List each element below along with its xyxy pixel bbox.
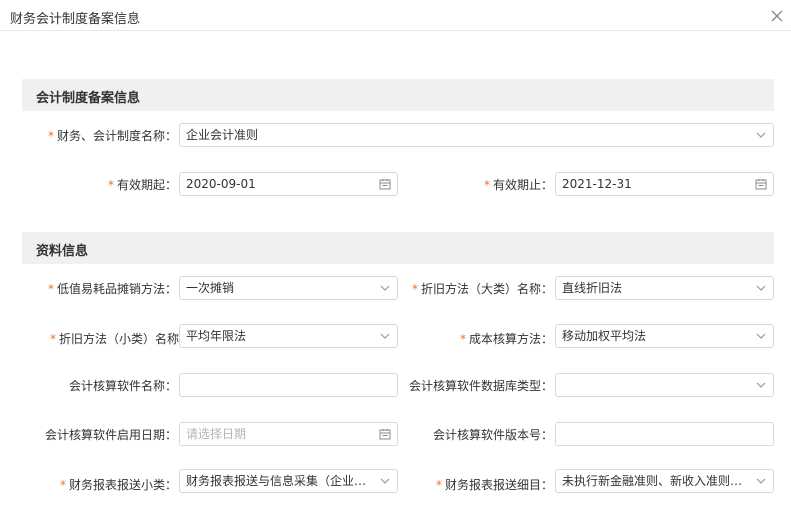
depr-major-label: * 折旧方法（大类）名称： — [411, 282, 553, 296]
system-name-select[interactable]: 企业会计准则 — [179, 123, 774, 147]
valid-to-label: * 有效期止： — [483, 178, 553, 192]
system-name-label: * 财务、会计制度名称： — [47, 129, 177, 143]
chevron-down-icon — [379, 475, 391, 487]
section-title: 会计制度备案信息 — [36, 91, 141, 106]
depr-minor-select[interactable]: 平均年限法 — [179, 324, 398, 348]
software-name-label: 会计核算软件名称： — [68, 379, 177, 393]
report-detail-label: * 财务报表报送细目： — [435, 478, 553, 492]
depr-major-select[interactable]: 直线折旧法 — [555, 276, 774, 300]
chevron-down-icon — [755, 379, 767, 391]
cost-method-select[interactable]: 移动加权平均法 — [555, 324, 774, 348]
report-detail-select[interactable]: 未执行新金融准则、新收入准则和新租赁准则 — [555, 469, 774, 493]
version-label: 会计核算软件版本号： — [432, 428, 553, 442]
report-class-select[interactable]: 财务报表报送与信息采集（企业会计准则） — [179, 469, 398, 493]
section-title: 资料信息 — [36, 244, 89, 259]
dialog-title: 财务会计制度备案信息 — [10, 12, 141, 27]
depr-minor-label: * 折旧方法（小类）名称 — [49, 332, 179, 346]
valid-to-date-input[interactable]: 2021-12-31 — [555, 172, 774, 196]
calendar-icon — [379, 428, 391, 440]
chevron-down-icon — [379, 330, 391, 342]
db-type-label: 会计核算软件数据库类型： — [408, 379, 553, 393]
chevron-down-icon — [755, 330, 767, 342]
low-value-method-label: * 低值易耗品摊销方法： — [47, 282, 177, 296]
valid-from-label: * 有效期起： — [107, 178, 177, 192]
calendar-icon — [755, 178, 767, 190]
section-accounting-header: 会计制度备案信息 — [22, 79, 774, 111]
db-type-select[interactable] — [555, 373, 774, 397]
valid-from-date-input[interactable]: 2020-09-01 — [179, 172, 398, 196]
chevron-down-icon — [755, 475, 767, 487]
version-input[interactable] — [555, 422, 774, 446]
section-materials-header: 资料信息 — [22, 232, 774, 264]
report-class-label: * 财务报表报送小类： — [59, 478, 177, 492]
chevron-down-icon — [755, 129, 767, 141]
chevron-down-icon — [379, 282, 391, 294]
low-value-method-select[interactable]: 一次摊销 — [179, 276, 398, 300]
software-name-input[interactable] — [179, 373, 398, 397]
calendar-icon — [379, 178, 391, 190]
dialog-titlebar: 财务会计制度备案信息 — [0, 0, 791, 31]
chevron-down-icon — [755, 282, 767, 294]
close-icon[interactable] — [768, 7, 786, 25]
enable-date-input[interactable]: 请选择日期 — [179, 422, 398, 446]
cost-method-label: * 成本核算方法： — [459, 332, 553, 346]
enable-date-label: 会计核算软件启用日期： — [44, 428, 177, 442]
